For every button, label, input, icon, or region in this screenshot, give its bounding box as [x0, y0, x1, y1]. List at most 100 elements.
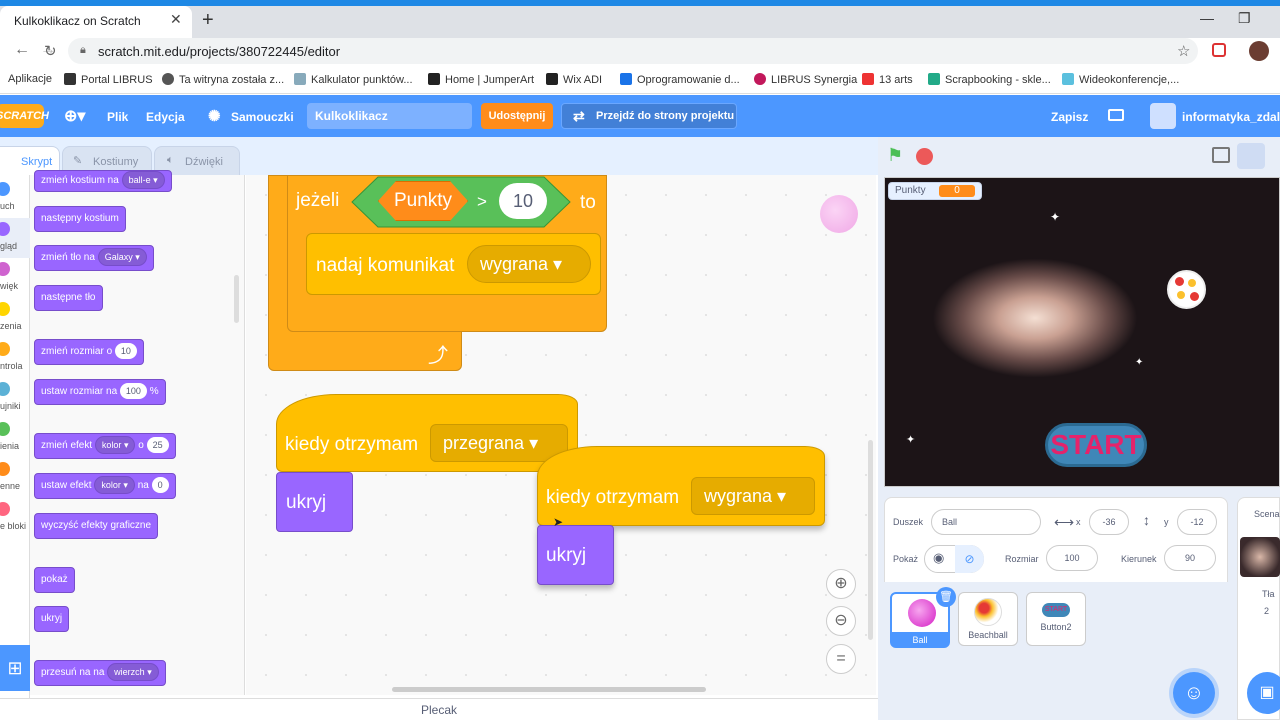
- category-sensing-label[interactable]: ujniki: [0, 401, 21, 411]
- beachball-sprite[interactable]: [1167, 270, 1206, 309]
- backpack-header[interactable]: Plecak: [0, 698, 878, 720]
- eye-hidden-icon[interactable]: ⊘: [955, 545, 984, 573]
- bookmark-site[interactable]: Ta witryna została z...: [162, 73, 284, 86]
- message-dropdown-win[interactable]: wygrana ▾: [691, 477, 815, 515]
- sprite-tile-beachball[interactable]: Beachball: [958, 592, 1018, 646]
- bookmark-jumperart[interactable]: Home | JumperArt: [428, 73, 534, 86]
- tab-close-icon[interactable]: ✕: [170, 11, 182, 28]
- palette-scrollbar[interactable]: [234, 275, 239, 323]
- project-title-input[interactable]: Kulkoklikacz: [307, 103, 472, 129]
- costume-dropdown[interactable]: ball-e ▾: [121, 171, 165, 189]
- size-input[interactable]: 100: [1046, 545, 1098, 571]
- block-hide[interactable]: ukryj: [34, 606, 70, 632]
- block-show[interactable]: pokaż: [34, 567, 75, 593]
- green-flag-icon[interactable]: ⚑: [887, 145, 903, 166]
- size-set-input[interactable]: 100: [119, 383, 147, 399]
- sprite-tile-button2[interactable]: START Button2: [1026, 592, 1086, 646]
- profile-avatar[interactable]: [1249, 41, 1269, 61]
- scratch-logo[interactable]: SCRATCH: [0, 104, 49, 128]
- trash-icon[interactable]: 🗑︎: [936, 587, 956, 607]
- add-extension-button[interactable]: ⊞: [0, 645, 30, 691]
- category-sound-label[interactable]: więk: [0, 281, 18, 291]
- size-change-input[interactable]: 10: [114, 343, 137, 359]
- monitor-label: Punkty: [895, 185, 926, 196]
- backdrop-dropdown[interactable]: Galaxy ▾: [97, 248, 147, 266]
- effect-dropdown[interactable]: kolor ▾: [94, 476, 135, 494]
- choose-backdrop-button[interactable]: ▣: [1247, 672, 1280, 714]
- menu-tutorials[interactable]: Samouczki: [231, 110, 294, 124]
- block-set-size[interactable]: ustaw rozmiar na 100 %: [34, 379, 166, 405]
- effect-set-input[interactable]: 0: [151, 477, 169, 493]
- zoom-reset-button[interactable]: =: [826, 644, 856, 674]
- category-looks-label[interactable]: gląd: [0, 241, 17, 251]
- x-input[interactable]: -36: [1089, 509, 1129, 535]
- then-label: to: [580, 192, 596, 213]
- category-operators-label[interactable]: ienia: [0, 441, 19, 451]
- user-avatar[interactable]: [1150, 103, 1176, 129]
- reload-icon[interactable]: ↻: [44, 42, 57, 60]
- layer-dropdown[interactable]: wierzch ▾: [107, 663, 159, 681]
- bookmark-wix[interactable]: Wix ADI: [546, 73, 602, 86]
- share-button[interactable]: Udostępnij: [481, 103, 553, 129]
- category-variables-label[interactable]: enne: [0, 481, 20, 491]
- y-input[interactable]: -12: [1177, 509, 1217, 535]
- effect-change-input[interactable]: 25: [146, 437, 169, 453]
- category-control-label[interactable]: ntrola: [0, 361, 23, 371]
- bookmark-videoconference[interactable]: Wideokonferencje,...: [1062, 73, 1179, 86]
- broadcast-label: nadaj komunikat: [316, 255, 455, 276]
- small-stage-icon[interactable]: [1212, 147, 1230, 163]
- message-dropdown-lose[interactable]: przegrana ▾: [430, 424, 568, 462]
- star-icon[interactable]: ☆: [1177, 42, 1190, 60]
- eye-icon[interactable]: ◉: [933, 550, 944, 566]
- normal-stage-icon[interactable]: [1237, 143, 1265, 169]
- new-tab-icon[interactable]: +: [202, 9, 214, 32]
- minimize-icon[interactable]: —: [1200, 10, 1214, 26]
- backdrop-thumbnail[interactable]: [1240, 537, 1280, 577]
- folder-icon[interactable]: [1108, 109, 1124, 121]
- block-clear-effects[interactable]: wyczyść efekty graficzne: [34, 513, 159, 539]
- variable-monitor[interactable]: Punkty 0: [888, 182, 982, 200]
- bookmark-librus[interactable]: Portal LIBRUS: [64, 73, 153, 86]
- menu-file[interactable]: Plik: [107, 110, 128, 124]
- category-motion-label[interactable]: uch: [0, 201, 15, 211]
- category-events-label[interactable]: zenia: [0, 321, 22, 331]
- bookmark-13arts[interactable]: 13 arts: [862, 73, 913, 86]
- number-input[interactable]: 10: [499, 183, 547, 219]
- hide-label-2: ukryj: [546, 545, 587, 566]
- sprite-name-input[interactable]: Ball: [931, 509, 1041, 535]
- workspace-scrollbar[interactable]: [392, 687, 706, 692]
- block-next-costume[interactable]: następny kostium: [34, 206, 126, 232]
- zoom-out-button[interactable]: ⊖: [826, 606, 856, 636]
- direction-input[interactable]: 90: [1164, 545, 1216, 571]
- choose-sprite-button[interactable]: ☺: [1173, 672, 1215, 714]
- bookmark-apps[interactable]: Aplikacje: [8, 73, 52, 85]
- menu-edit[interactable]: Edycja: [146, 110, 185, 124]
- block-switch-costume[interactable]: zmień kostium na ball-e ▾: [34, 170, 172, 192]
- start-button-sprite[interactable]: START: [1045, 423, 1147, 467]
- workspace-vertical-scrollbar[interactable]: [868, 440, 873, 640]
- url-text[interactable]: scratch.mit.edu/projects/380722445/edito…: [98, 44, 340, 59]
- language-globe-icon[interactable]: ⊕▾: [64, 106, 85, 126]
- block-go-to-layer[interactable]: przesuń na na wierzch ▾: [34, 660, 166, 686]
- variable-reporter[interactable]: Punkty: [378, 181, 468, 221]
- maximize-icon[interactable]: ❐: [1238, 10, 1251, 27]
- effect-dropdown[interactable]: kolor ▾: [94, 436, 136, 454]
- block-change-effect[interactable]: zmień efekt kolor ▾ o 25: [34, 433, 176, 459]
- bookmark-scrapbooking[interactable]: Scrapbooking - skle...: [928, 73, 1051, 86]
- extension-icon[interactable]: [1212, 43, 1226, 57]
- save-now-button[interactable]: Zapisz: [1051, 110, 1088, 124]
- zoom-in-button[interactable]: ⊕: [826, 569, 856, 599]
- block-change-size[interactable]: zmień rozmiar o 10: [34, 339, 144, 365]
- bookmark-synergia[interactable]: LIBRUS Synergia: [754, 73, 857, 86]
- block-next-backdrop[interactable]: następne tło: [34, 285, 103, 311]
- username[interactable]: informatyka_zdalnie: [1182, 110, 1280, 124]
- category-myblocks-label[interactable]: e bloki: [0, 521, 26, 531]
- back-icon[interactable]: ←: [14, 41, 30, 59]
- broadcast-dropdown[interactable]: wygrana ▾: [467, 245, 591, 283]
- bookmark-calculator[interactable]: Kalkulator punktów...: [294, 73, 413, 86]
- see-project-page-button[interactable]: Przejdź do strony projektu: [561, 103, 737, 129]
- stop-icon[interactable]: [916, 148, 933, 165]
- bookmark-software[interactable]: Oprogramowanie d...: [620, 73, 740, 86]
- block-set-effect[interactable]: ustaw efekt kolor ▾ na 0: [34, 473, 176, 499]
- block-switch-backdrop[interactable]: zmień tło na Galaxy ▾: [34, 245, 154, 271]
